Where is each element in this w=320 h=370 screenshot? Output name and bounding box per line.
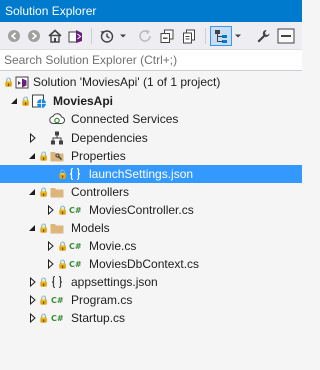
json-file-icon (67, 165, 83, 183)
tree-item-movies-controller[interactable]: 🔒 C# MoviesController.cs (0, 201, 302, 219)
tree-item-label: Startup.cs (71, 311, 126, 325)
tree-item-label: Dependencies (71, 131, 148, 145)
csharp-file-icon: C# (51, 313, 64, 323)
show-all-files-icon[interactable] (180, 26, 198, 46)
toolbar-separator (205, 28, 206, 44)
dependencies-icon (49, 129, 65, 147)
web-project-icon (31, 92, 47, 110)
tree-item-label: Solution 'MoviesApi' (1 of 1 project) (33, 75, 221, 89)
expanded-arrow-icon[interactable] (28, 183, 37, 201)
tree-item-startup[interactable]: 🔒 C# Startup.cs (0, 309, 302, 327)
lock-icon: 🔒 (57, 240, 69, 251)
lock-icon: 🔒 (38, 186, 50, 197)
dropdown-arrow-icon[interactable] (118, 26, 128, 46)
folder-icon (49, 219, 65, 237)
json-file-icon (49, 273, 65, 291)
tree-item-models[interactable]: 🔒 Models (0, 219, 302, 237)
lock-icon: 🔒 (38, 312, 50, 323)
csharp-file-icon: C# (69, 259, 82, 269)
home-icon[interactable] (46, 26, 64, 46)
expanded-arrow-icon[interactable] (10, 92, 19, 110)
lock-icon: 🔒 (38, 222, 50, 233)
lock-icon: 🔒 (20, 95, 32, 106)
history-icon[interactable] (98, 26, 116, 46)
lock-icon: 🔒 (38, 294, 50, 305)
tree-item-launch-settings[interactable]: 🔒 launchSettings.json (0, 165, 302, 183)
tree-item-label: Properties (71, 149, 126, 163)
lock-icon: 🔒 (57, 258, 69, 269)
collapsed-arrow-icon[interactable] (47, 237, 56, 255)
collapsed-arrow-icon[interactable] (29, 291, 38, 309)
tree-item-connected-services[interactable]: Connected Services (0, 110, 302, 128)
wrench-folder-icon (49, 147, 65, 165)
lock-icon: 🔒 (3, 76, 15, 87)
tree-item-project[interactable]: 🔒 MoviesApi (0, 92, 302, 110)
collapsed-arrow-icon[interactable] (29, 273, 38, 291)
search-input[interactable]: Search Solution Explorer (Ctrl+;) (0, 50, 302, 71)
solution-icon (14, 73, 30, 91)
tree-item-label: Connected Services (71, 112, 179, 126)
collapse-all-icon[interactable] (158, 26, 176, 46)
lock-icon: 🔒 (38, 150, 50, 161)
tree-item-label: Program.cs (71, 293, 133, 307)
expanded-arrow-icon[interactable] (28, 219, 37, 237)
window-title: Solution Explorer (0, 0, 302, 22)
tree-item-movies-db-context[interactable]: 🔒 C# MoviesDbContext.cs (0, 255, 302, 273)
lock-icon: 🔒 (38, 276, 50, 287)
tree-view-icon[interactable] (210, 26, 232, 46)
folder-icon (49, 183, 65, 201)
csharp-file-icon: C# (69, 241, 82, 251)
tree-item-label: MoviesApi (53, 94, 114, 108)
lock-icon: 🔒 (57, 204, 69, 215)
back-icon[interactable] (6, 26, 22, 46)
wrench-icon[interactable] (254, 26, 272, 46)
vs-switch-views-icon[interactable] (66, 26, 84, 46)
tree-item-label: MoviesDbContext.cs (89, 257, 200, 271)
tree-item-label: Movie.cs (89, 239, 137, 253)
tree-item-label: launchSettings.json (89, 167, 194, 181)
tree-item-program[interactable]: 🔒 C# Program.cs (0, 291, 302, 309)
collapsed-arrow-icon[interactable] (29, 129, 38, 147)
tree-item-label: MoviesController.cs (89, 203, 194, 217)
dropdown-arrow-icon[interactable] (233, 26, 243, 46)
csharp-file-icon: C# (69, 205, 82, 215)
csharp-file-icon: C# (51, 295, 64, 305)
search-placeholder: Search Solution Explorer (Ctrl+;) (4, 53, 178, 67)
preview-icon[interactable] (276, 26, 296, 46)
tree-item-solution[interactable]: 🔒 Solution 'MoviesApi' (1 of 1 project) (0, 73, 302, 91)
tree-item-label: Controllers (71, 185, 130, 199)
refresh-icon[interactable] (136, 26, 154, 46)
toolbar (0, 22, 302, 50)
expanded-arrow-icon[interactable] (28, 147, 37, 165)
connected-services-icon (49, 110, 65, 128)
toolbar-separator (91, 28, 92, 44)
tree-item-label: Models (71, 221, 110, 235)
tree-item-movie[interactable]: 🔒 C# Movie.cs (0, 237, 302, 255)
tree-item-properties[interactable]: 🔒 Properties (0, 147, 302, 165)
tree-item-appsettings[interactable]: 🔒 appsettings.json (0, 273, 302, 291)
tree-item-dependencies[interactable]: Dependencies (0, 129, 302, 147)
collapsed-arrow-icon[interactable] (47, 255, 56, 273)
collapsed-arrow-icon[interactable] (47, 201, 56, 219)
collapsed-arrow-icon[interactable] (29, 309, 38, 327)
forward-icon[interactable] (26, 26, 42, 46)
tree-item-controllers[interactable]: 🔒 Controllers (0, 183, 302, 201)
tree-item-label: appsettings.json (71, 275, 158, 289)
